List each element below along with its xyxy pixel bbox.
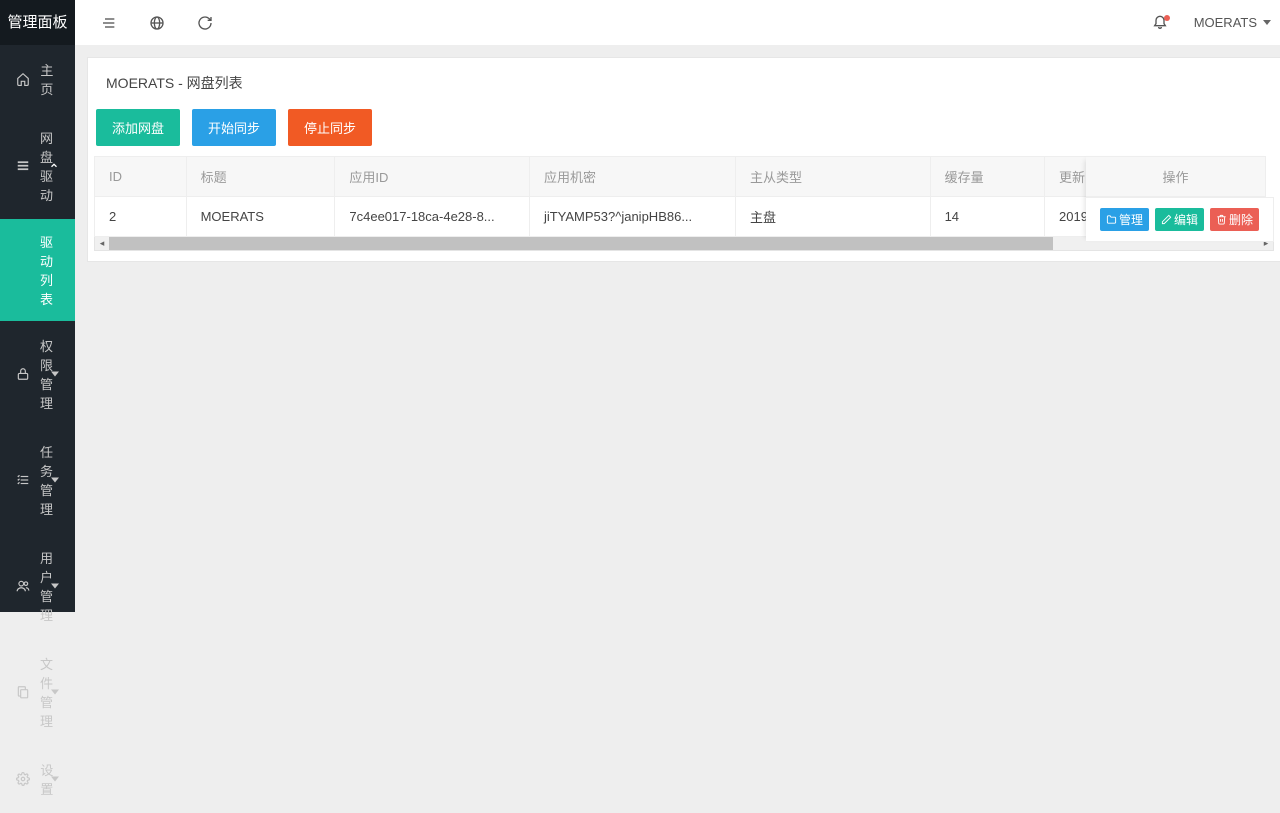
edit-label: 编辑 [1174, 211, 1198, 228]
sidebar-item-netdisk[interactable]: 网盘驱动 [0, 113, 75, 219]
content: MOERATS - 网盘列表 添加网盘 开始同步 停止同步 ID 标题 [75, 45, 1280, 274]
delete-button[interactable]: 删除 [1210, 208, 1259, 231]
actions-cell: 管理 编辑 删除 [1086, 197, 1274, 242]
manage-label: 管理 [1119, 211, 1143, 228]
sidebar-item-home[interactable]: 主页 [0, 45, 75, 113]
tasks-icon [16, 473, 30, 487]
lock-icon [16, 367, 30, 381]
user-name: MOERATS [1194, 15, 1257, 30]
chevron-up-icon [49, 159, 59, 174]
col-id: ID [95, 157, 187, 197]
start-sync-button[interactable]: 开始同步 [192, 109, 276, 146]
globe-icon[interactable] [145, 11, 169, 35]
sidebar-item-files[interactable]: 文件管理 [0, 639, 75, 745]
toolbar: 添加网盘 开始同步 停止同步 [88, 109, 1280, 156]
col-actions: 操作 [1086, 156, 1266, 197]
refresh-icon[interactable] [193, 11, 217, 35]
col-appid: 应用ID [335, 157, 530, 197]
sidebar-item-label: 主页 [40, 60, 59, 98]
add-drive-button[interactable]: 添加网盘 [96, 109, 180, 146]
sidebar-item-drive-list[interactable]: 驱动列表 [0, 219, 75, 321]
sidebar-item-settings[interactable]: 设置 [0, 745, 75, 813]
panel-card: MOERATS - 网盘列表 添加网盘 开始同步 停止同步 ID 标题 [87, 57, 1280, 262]
cell-title: MOERATS [186, 197, 335, 237]
sidebar-item-permissions[interactable]: 权限管理 [0, 321, 75, 427]
copy-icon [16, 685, 30, 699]
notifications-icon[interactable] [1152, 13, 1168, 32]
users-icon [16, 579, 30, 593]
table-wrap: ID 标题 应用ID 应用机密 主从类型 缓存量 更新时间 [94, 156, 1274, 251]
home-icon [16, 72, 30, 86]
col-secret: 应用机密 [529, 157, 735, 197]
menu-toggle-icon[interactable] [97, 11, 121, 35]
user-menu[interactable]: MOERATS [1194, 15, 1271, 30]
cell-type: 主盘 [735, 197, 930, 237]
col-title: 标题 [186, 157, 335, 197]
cell-appid: 7c4ee017-18ca-4e28-8... [335, 197, 530, 237]
panel-title: MOERATS - 网盘列表 [88, 58, 1280, 109]
stop-sync-button[interactable]: 停止同步 [288, 109, 372, 146]
chevron-down-icon [1263, 20, 1271, 25]
manage-button[interactable]: 管理 [1100, 208, 1149, 231]
chevron-down-icon [51, 584, 59, 589]
actions-column: 操作 管理 编辑 删除 [1086, 156, 1274, 242]
edit-button[interactable]: 编辑 [1155, 208, 1204, 231]
main: MOERATS MOERATS - 网盘列表 添加网盘 开始同步 停止同步 [75, 0, 1280, 612]
notification-dot [1164, 15, 1170, 21]
sidebar-item-label: 驱动列表 [40, 232, 59, 308]
cell-secret: jiTYAMP53?^janipHB86... [529, 197, 735, 237]
col-cache: 缓存量 [930, 157, 1044, 197]
cell-id: 2 [95, 197, 187, 237]
chevron-down-icon [51, 478, 59, 483]
sidebar-item-tasks[interactable]: 任务管理 [0, 427, 75, 533]
sidebar-item-users[interactable]: 用户管理 [0, 533, 75, 639]
sidebar-submenu-netdisk: 驱动列表 [0, 219, 75, 321]
scroll-left-icon[interactable]: ◂ [95, 237, 109, 250]
delete-label: 删除 [1229, 211, 1253, 228]
topbar: MOERATS [75, 0, 1280, 45]
folder-icon [1106, 214, 1117, 225]
gear-icon [16, 772, 30, 786]
trash-icon [1216, 214, 1227, 225]
chevron-down-icon [51, 372, 59, 377]
chevron-down-icon [51, 690, 59, 695]
scroll-thumb[interactable] [109, 237, 1053, 250]
sidebar: 管理面板 主页 网盘驱动 驱动列表 权限管理 任务管理 [0, 0, 75, 612]
cell-cache: 14 [930, 197, 1044, 237]
list-icon [16, 159, 30, 173]
chevron-down-icon [51, 777, 59, 782]
col-type: 主从类型 [735, 157, 930, 197]
brand: 管理面板 [0, 0, 75, 45]
pencil-icon [1161, 214, 1172, 225]
